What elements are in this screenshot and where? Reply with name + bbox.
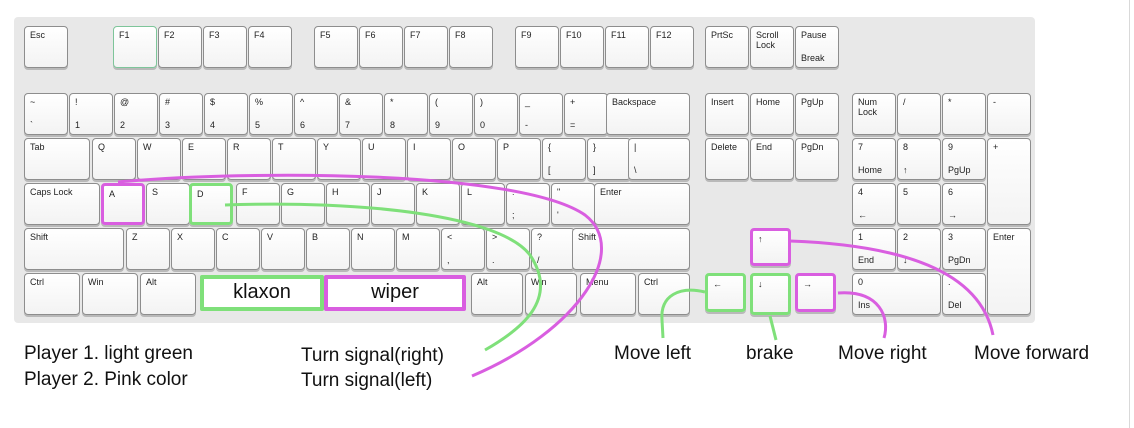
brake-curve <box>768 315 778 341</box>
turn-signal-left-label: Turn signal(left) <box>301 370 433 391</box>
move-left-label: Move left <box>614 343 692 364</box>
move-right-label: Move right <box>838 343 927 364</box>
brake-label: brake <box>746 343 794 364</box>
move-forward-curve <box>789 239 995 336</box>
legend-player2: Player 2. Pink color <box>24 369 188 390</box>
turn-right-curve <box>224 202 543 352</box>
turn-signal-right-label: Turn signal(right) <box>301 345 444 366</box>
legend-player1: Player 1. light green <box>24 343 193 364</box>
move-right-curve <box>837 291 888 339</box>
move-forward-label: Move forward <box>974 343 1090 364</box>
move-left-curve <box>660 288 706 339</box>
